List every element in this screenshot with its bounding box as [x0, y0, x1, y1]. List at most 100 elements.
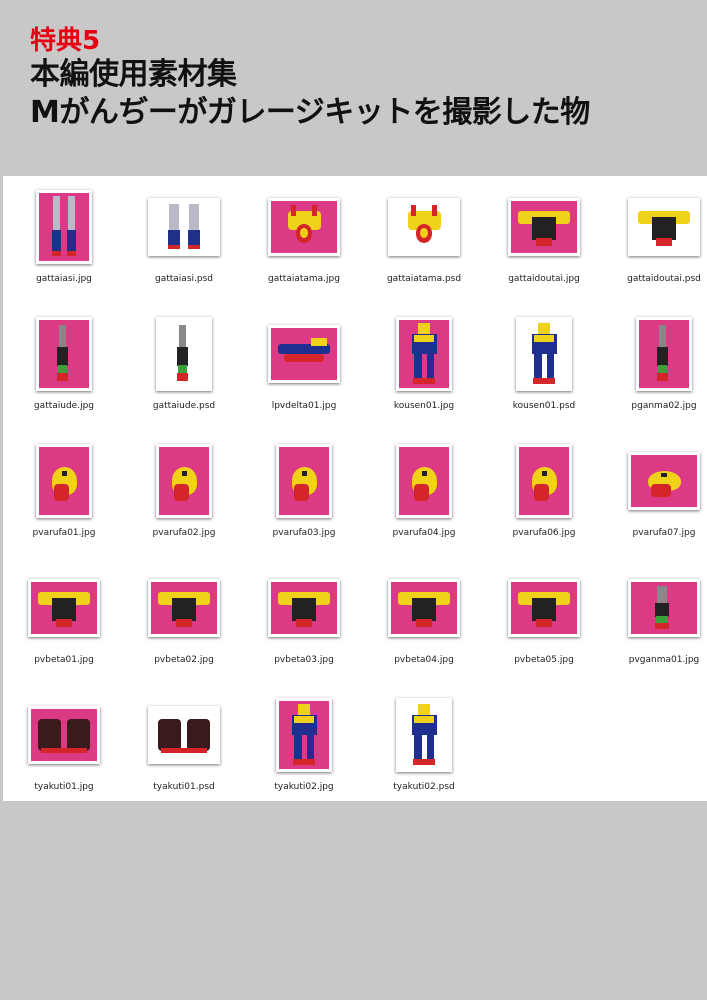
- file-item[interactable]: kousen01.jpg: [364, 309, 484, 436]
- file-name-label: pvarufa01.jpg: [32, 528, 96, 538]
- file-name-label: tyakuti01.jpg: [34, 782, 94, 792]
- file-thumbnail[interactable]: [508, 198, 580, 256]
- arm-icon: [631, 582, 697, 634]
- toy-shape: [536, 619, 552, 628]
- toy-shape: [654, 602, 670, 618]
- file-thumbnail[interactable]: [388, 579, 460, 637]
- toy-shape: [310, 338, 328, 347]
- toy-shape: [177, 373, 188, 382]
- toy-shape: [431, 205, 438, 216]
- file-item[interactable]: pvbeta02.jpg: [124, 563, 244, 690]
- file-item[interactable]: gattaidoutai.jpg: [484, 182, 604, 309]
- file-thumbnail[interactable]: [516, 444, 572, 518]
- toy-shape: [657, 347, 668, 367]
- file-item[interactable]: pganma02.jpg: [604, 309, 707, 436]
- toy-shape: [421, 470, 427, 477]
- toy-shape: [168, 245, 181, 250]
- file-thumbnail[interactable]: [156, 317, 212, 391]
- file-thumbnail[interactable]: [148, 198, 220, 256]
- file-item[interactable]: gattaidoutai.psd: [604, 182, 707, 309]
- file-thumbnail[interactable]: [36, 444, 92, 518]
- file-thumbnail[interactable]: [508, 579, 580, 637]
- file-name-label: pvbeta03.jpg: [274, 655, 334, 665]
- file-name-label: pvbeta04.jpg: [394, 655, 454, 665]
- file-thumbnail[interactable]: [628, 452, 700, 510]
- thumbnail-slot: [124, 309, 244, 399]
- toy-shape: [57, 373, 68, 382]
- file-name-label: tyakuti02.jpg: [274, 782, 334, 792]
- file-item[interactable]: gattaiude.psd: [124, 309, 244, 436]
- toy-shape: [534, 484, 549, 502]
- arm-icon: [39, 320, 89, 388]
- file-thumbnail[interactable]: [156, 444, 212, 518]
- file-thumbnail[interactable]: [36, 190, 92, 264]
- toy-shape: [538, 323, 550, 334]
- file-item[interactable]: gattaiasi.psd: [124, 182, 244, 309]
- toy-shape: [413, 759, 435, 765]
- file-item[interactable]: pvganma01.jpg: [604, 563, 707, 690]
- toy-shape: [650, 483, 671, 497]
- file-thumbnail[interactable]: [636, 317, 692, 391]
- file-item[interactable]: gattaiatama.jpg: [244, 182, 364, 309]
- file-thumbnail[interactable]: [276, 444, 332, 518]
- file-thumbnail[interactable]: [36, 317, 92, 391]
- robot-icon: [399, 701, 449, 769]
- file-item[interactable]: pvarufa07.jpg: [604, 436, 707, 563]
- thumbnail-slot: [604, 563, 707, 653]
- toy-shape: [37, 719, 61, 751]
- file-item[interactable]: tyakuti01.jpg: [4, 690, 124, 817]
- file-item[interactable]: pvbeta01.jpg: [4, 563, 124, 690]
- file-item[interactable]: pvarufa06.jpg: [484, 436, 604, 563]
- file-thumbnail[interactable]: [268, 579, 340, 637]
- toy-shape: [292, 597, 316, 621]
- file-item[interactable]: pvarufa04.jpg: [364, 436, 484, 563]
- file-thumbnail[interactable]: [628, 198, 700, 256]
- toy-shape: [534, 334, 554, 342]
- file-thumbnail[interactable]: [268, 198, 340, 256]
- file-item[interactable]: tyakuti01.psd: [124, 690, 244, 817]
- file-thumbnail[interactable]: [276, 698, 332, 772]
- file-item[interactable]: tyakuti02.psd: [364, 690, 484, 817]
- file-thumbnail[interactable]: [388, 198, 460, 256]
- torso-icon: [631, 201, 697, 253]
- file-item[interactable]: lpvdelta01.jpg: [244, 309, 364, 436]
- toy-shape: [293, 759, 315, 765]
- head-icon: [271, 201, 337, 253]
- torso-icon: [391, 582, 457, 634]
- toy-shape: [311, 205, 318, 216]
- toy-shape: [426, 735, 434, 763]
- file-item[interactable]: pvbeta03.jpg: [244, 563, 364, 690]
- file-thumbnail[interactable]: [28, 706, 100, 764]
- toy-shape: [179, 325, 186, 350]
- thumbnail-slot: [4, 309, 124, 399]
- file-item[interactable]: pvbeta05.jpg: [484, 563, 604, 690]
- toy-shape: [652, 216, 676, 240]
- file-thumbnail[interactable]: [396, 317, 452, 391]
- file-thumbnail[interactable]: [148, 579, 220, 637]
- file-item[interactable]: tyakuti02.jpg: [244, 690, 364, 817]
- file-thumbnail[interactable]: [516, 317, 572, 391]
- file-name-label: gattaiasi.psd: [155, 274, 213, 284]
- file-thumbnail[interactable]: [148, 706, 220, 764]
- file-item[interactable]: pvarufa01.jpg: [4, 436, 124, 563]
- file-thumbnail[interactable]: [28, 579, 100, 637]
- file-item[interactable]: pvarufa02.jpg: [124, 436, 244, 563]
- toy-shape: [414, 735, 422, 763]
- toy-shape: [418, 704, 430, 715]
- toy-shape: [294, 715, 314, 723]
- file-item[interactable]: gattaiude.jpg: [4, 309, 124, 436]
- file-thumbnail[interactable]: [396, 698, 452, 772]
- feet-icon: [151, 709, 217, 761]
- file-item[interactable]: gattaiatama.psd: [364, 182, 484, 309]
- file-thumbnail[interactable]: [628, 579, 700, 637]
- file-item[interactable]: gattaiasi.jpg: [4, 182, 124, 309]
- toy-shape: [660, 473, 668, 478]
- file-thumbnail[interactable]: [268, 325, 340, 383]
- file-item[interactable]: pvarufa03.jpg: [244, 436, 364, 563]
- file-item[interactable]: kousen01.psd: [484, 309, 604, 436]
- file-thumbnail[interactable]: [396, 444, 452, 518]
- toy-shape: [59, 325, 66, 350]
- thumbnail-slot: [484, 563, 604, 653]
- file-item[interactable]: pvbeta04.jpg: [364, 563, 484, 690]
- toy-shape: [418, 323, 430, 334]
